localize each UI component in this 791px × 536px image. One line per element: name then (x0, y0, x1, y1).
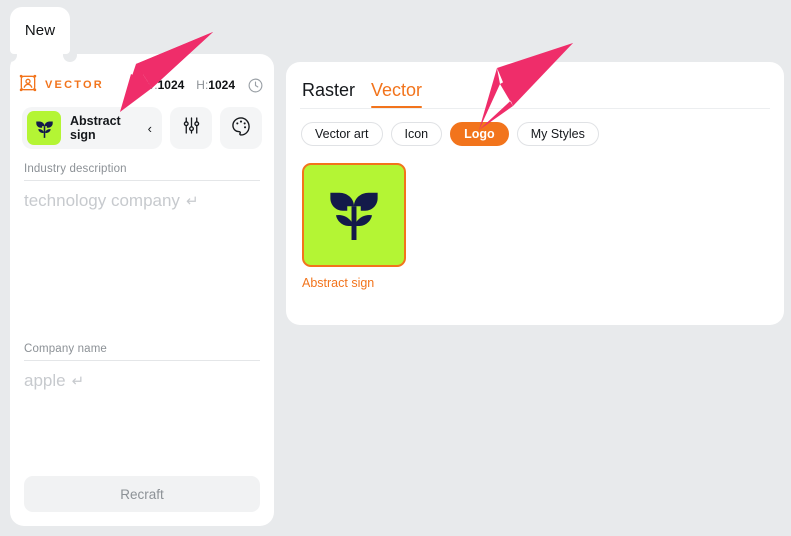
recraft-button-wrap: Recraft (24, 476, 260, 512)
height-key: H: (196, 78, 209, 92)
sliders-icon (181, 115, 202, 141)
style-card-grid: Abstract sign (286, 146, 784, 290)
width-key: W: (143, 78, 158, 92)
mode-badge-label: VECTOR (45, 79, 104, 91)
company-name-spacer (24, 391, 260, 483)
clock-icon[interactable] (247, 77, 264, 94)
left-panel-header: VECTOR W:1024 H:1024 (10, 68, 274, 102)
pill-icon-label: Icon (404, 127, 429, 141)
dimension-group: W:1024 H:1024 (143, 77, 264, 94)
company-name-placeholder: apple (24, 371, 66, 390)
style-selector[interactable]: Abstract sign ‹ (22, 107, 162, 149)
chevron-left-icon[interactable]: ‹ (148, 121, 154, 136)
palette-button[interactable] (220, 107, 262, 149)
tab-vector-label: Vector (371, 80, 423, 100)
industry-description-field: Industry description technology company … (10, 149, 274, 329)
pill-my-styles[interactable]: My Styles (516, 122, 599, 146)
height-dimension[interactable]: H:1024 (196, 78, 235, 92)
plant-logo-icon (318, 177, 390, 254)
width-value: 1024 (157, 78, 185, 92)
recraft-button-label: Recraft (120, 486, 164, 502)
pill-vector-art[interactable]: Vector art (301, 122, 383, 146)
industry-description-input[interactable]: technology company ↵ (24, 181, 260, 211)
tab-new[interactable]: New (10, 7, 70, 54)
style-thumbnail (27, 111, 61, 145)
style-card-thumbnail[interactable] (302, 163, 406, 267)
palette-icon (230, 115, 252, 142)
tab-vector[interactable]: Vector (371, 80, 423, 108)
width-dimension[interactable]: W:1024 (143, 78, 184, 92)
pill-logo[interactable]: Logo (450, 122, 509, 146)
tab-raster-label: Raster (302, 80, 356, 100)
app-root: New VECTOR W:1024 H:1024 Abstract sign ‹… (0, 0, 791, 536)
return-glyph-icon: ↵ (185, 193, 199, 210)
tab-raster[interactable]: Raster (302, 80, 355, 108)
recraft-button[interactable]: Recraft (24, 476, 260, 512)
style-type-tabs: Raster Vector (286, 62, 784, 108)
style-browser-panel: Raster Vector Vector art Icon Logo My St… (286, 62, 784, 325)
industry-description-spacer (24, 211, 260, 329)
tab-new-label: New (24, 22, 56, 39)
style-category-pills: Vector art Icon Logo My Styles (286, 109, 784, 146)
style-card[interactable]: Abstract sign (302, 163, 406, 290)
left-panel: VECTOR W:1024 H:1024 Abstract sign ‹ Ind… (10, 54, 274, 526)
company-name-field: Company name apple ↵ (10, 329, 274, 483)
pill-my-styles-label: My Styles (530, 127, 585, 141)
style-card-label: Abstract sign (302, 276, 375, 290)
mode-badge[interactable]: VECTOR (18, 73, 104, 98)
return-glyph-icon: ↵ (71, 373, 85, 390)
company-name-input[interactable]: apple ↵ (24, 361, 260, 391)
pill-vector-art-label: Vector art (315, 127, 369, 141)
industry-description-placeholder: technology company (24, 191, 180, 210)
style-selector-label: Abstract sign (70, 114, 121, 142)
industry-description-label: Industry description (24, 163, 127, 175)
image-frame-icon (18, 73, 38, 98)
pill-logo-label: Logo (464, 127, 495, 141)
pill-icon[interactable]: Icon (390, 122, 443, 146)
style-row: Abstract sign ‹ (10, 107, 274, 149)
settings-button[interactable] (170, 107, 212, 149)
height-value: 1024 (208, 78, 235, 92)
company-name-label: Company name (24, 343, 107, 355)
